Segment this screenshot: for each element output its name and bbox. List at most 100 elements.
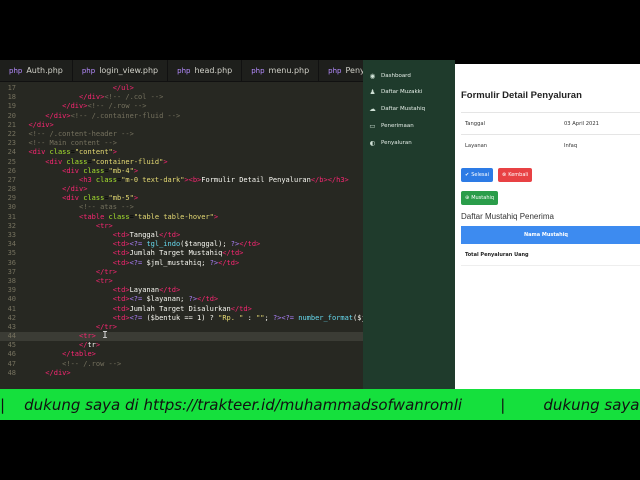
selesai-label: Selesai [471,172,489,178]
code-line: 40 <td><?= $layanan; ?></td> [0,295,363,304]
inbox-icon: ▭ [369,121,376,130]
sidebar-item-penyaluran[interactable]: ◐ Penyaluran [363,135,455,150]
code-line: 31 <table class="table table-hover"> [0,213,363,222]
editor-tab[interactable]: php head.php [168,60,243,81]
kembali-button[interactable]: ⊗ Kembali [498,168,533,182]
line-number: 29 [7,194,16,203]
line-number: 22 [7,129,16,138]
code-line: 33 <td>Tanggal</td> [0,231,363,240]
code-line: 42 <td><?= ($bentuk == 1) ? "Rp. " : "";… [0,314,363,323]
add-mustahiq-button[interactable]: ⊕ Mustahiq [461,191,499,205]
code-line: 39 <td>Layanan</td> [0,286,363,295]
sidebar-item-dashboard[interactable]: ◉ Dashboard [363,68,455,83]
code-text: <tr> [79,332,96,341]
editor-tab[interactable]: php login_view.php [73,60,169,81]
sidebar-item-label: Dashboard [381,72,411,79]
code-text: <div class="content"> [28,148,117,157]
dashboard-icon: ◉ [369,71,376,80]
app-sidebar: ◉ Dashboard ♟ Daftar Muzakki ☁ Daftar Mustahi… [363,60,455,389]
editor-tab-bar: php Auth.php php login_view.php php head.php p… [0,60,363,82]
hands-icon: ☁ [369,105,376,114]
editor-tab[interactable]: phpPenyaluran_mo [319,60,363,81]
sidebar-item-label: Penerimaan [381,122,414,129]
code-line: 29 <div class="mb-5"> [0,194,363,203]
editor-tab-label: head.php [194,66,233,75]
code-text: </div> [62,185,88,194]
line-number: 24 [7,148,16,157]
code-text: </div><!-- /.col --> [79,93,164,102]
code-line: 47 <!-- /.row --> [0,360,363,369]
editor-tab-label: Auth.php [26,66,63,75]
line-number: 31 [7,212,16,221]
code-text: </div><!-- /.container-fluid --> [45,111,181,120]
code-text: <!-- Main content --> [28,139,117,148]
code-line: 19 </div><!-- /.row --> [0,102,363,111]
sidebar-item-daftar-mustahiq[interactable]: ☁ Daftar Mustahiq [363,102,455,117]
code-text: <div class="mb-4"> [62,166,139,175]
editor-tab-label: menu.php [268,66,310,75]
editor-tab[interactable]: php menu.php [242,60,320,81]
info-label: Layanan [465,142,488,149]
line-number: 18 [7,93,16,102]
line-number: 33 [7,231,16,239]
back-icon: ⊗ [502,172,507,178]
code-line: 18 </div><!-- /.col --> [0,93,363,102]
table-footer-total: Total Penyaluran Uang [461,244,640,266]
code-text: <!-- /.row --> [62,359,122,368]
code-line: 22 <!-- /.content-header --> [0,130,363,139]
line-number: 21 [7,120,16,129]
sidebar-item-penerimaan[interactable]: ▭ Penerimaan [363,118,455,133]
line-number: 19 [7,102,16,111]
check-icon: ✔ [465,172,470,178]
code-line: 26 <div class="mb-4"> [0,167,363,176]
info-row-layanan: Layanan Infaq [461,134,640,156]
page-title: Formulir Detail Penyaluran [461,90,582,101]
info-label: Tanggal [465,120,485,127]
php-file-icon: php [251,66,265,75]
code-text: <table class="table table-hover"> [79,212,219,221]
line-number: 30 [7,203,16,212]
line-number: 39 [7,286,16,295]
line-number: 45 [7,341,16,350]
line-number: 34 [7,240,16,249]
banner-text: | dukung saya di https://trakteer.id/muh… [0,396,640,414]
line-number: 40 [7,295,16,304]
code-editor[interactable]: php Auth.php php login_view.php php head.php p… [0,60,363,389]
code-text: <h3 class="m-0 text-dark"><b>Formulir De… [79,175,349,184]
line-number: 38 [7,276,16,285]
php-file-icon: php [81,66,96,75]
sidebar-item-daftar-muzakki[interactable]: ♟ Daftar Muzakki [363,85,455,100]
line-number: 44 [7,332,16,341]
code-text: <td>Jumlah Target Mustahiq</td> [112,249,244,258]
text-cursor-icon: I [102,330,109,341]
selesai-button[interactable]: ✔ Selesai [461,168,493,182]
code-line: 38 <tr> [0,277,363,286]
code-text: <td>Layanan</td> [112,286,181,295]
editor-tab-label: login_view.php [99,66,159,75]
code-line: 41 <td>Jumlah Target Disalurkan</td> [0,305,363,314]
send-icon: ◐ [369,138,376,147]
code-text: </div> [28,120,54,129]
editor-tab[interactable]: php Auth.php [0,60,73,81]
info-value: Infaq [564,142,578,149]
sidebar-item-label: Daftar Mustahiq [381,106,426,113]
code-text: <!-- atas --> [79,203,134,212]
user-icon: ♟ [369,88,376,97]
code-area[interactable]: 17 </ul> 18 </div><!-- /.col --> 19 </div>… [0,82,363,378]
code-line: 44 <tr> [0,332,363,342]
code-line: 48 </div> [0,369,363,378]
section-subtitle: Daftar Mustahiq Penerima [461,212,554,221]
code-text: <tr> [95,276,113,285]
code-line: 30 <!-- atas --> [0,203,363,212]
editor-tab-label: Penyaluran_mo [345,66,364,75]
plus-icon: ⊕ [465,195,470,201]
line-number: 17 [7,84,16,92]
code-text: </tr> [79,341,101,350]
php-file-icon: php [177,66,191,75]
code-line: 46 </table> [0,350,363,359]
line-number: 28 [7,185,16,194]
code-text: <tr> [95,221,113,230]
code-line: 20 </div><!-- /.container-fluid --> [0,112,363,121]
code-line: 27 <h3 class="m-0 text-dark"><b>Formulir… [0,176,363,185]
table-header: Nama Mustahiq [461,226,640,244]
